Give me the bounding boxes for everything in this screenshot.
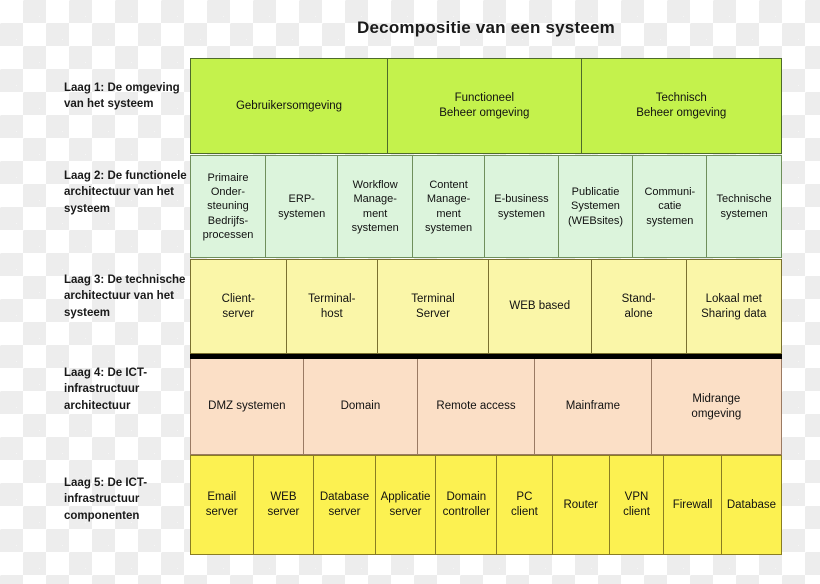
row-5-cell: Database server xyxy=(314,456,376,554)
row-2-cell: Workflow Manage- ment systemen xyxy=(338,156,413,257)
layer-row-2: Primaire Onder- steuning Bedrijfs- proce… xyxy=(190,155,782,258)
row-5-cell: Router xyxy=(552,456,610,554)
row-3-cell: Terminal- host xyxy=(286,260,379,353)
row-5-cell: Email server xyxy=(191,456,254,554)
row-5-cell: WEB server xyxy=(253,456,315,554)
row-4-cell: DMZ systemen xyxy=(191,359,304,454)
page-title: Decompositie van een systeem xyxy=(357,18,615,37)
row-5-cell: VPN client xyxy=(609,456,665,554)
row-4-cell: Remote access xyxy=(418,359,535,454)
row-2-cell: Technische systemen xyxy=(707,156,781,257)
row-5-cell: PC client xyxy=(497,456,553,554)
row-3-cell: Stand- alone xyxy=(591,260,687,353)
layer-label-laag2: Laag 2: De functionele architectuur van … xyxy=(64,170,187,215)
row-1-cell: Gebruikersomgeving xyxy=(191,59,389,153)
row-3-cell: Lokaal met Sharing data xyxy=(686,260,781,353)
layer-row-3: Client- server Terminal- host Terminal Ser… xyxy=(190,259,782,354)
layer-row-4: DMZ systemen Domain Remote access Mainframe… xyxy=(190,359,782,455)
row-5-cell: Firewall xyxy=(664,456,722,554)
layer-label-laag5: Laag 5: De ICT- infrastructuur component… xyxy=(64,477,148,522)
row-4-cell: Midrange omgeving xyxy=(651,359,781,454)
layer-label-laag4: Laag 4: De ICT- infrastructuur architect… xyxy=(64,367,148,412)
row-3-cell: WEB based xyxy=(488,260,592,353)
row-4-cell: Domain xyxy=(303,359,419,454)
layer-label-laag3: Laag 3: De technische architectuur van h… xyxy=(64,274,186,319)
row-1-cell: Functioneel Beheer omgeving xyxy=(388,59,582,153)
layer-row-1: Gebruikersomgeving Functioneel Beheer omg… xyxy=(190,58,782,154)
row-4-cell: Mainframe xyxy=(534,359,652,454)
row-2-cell: Communi- catie systemen xyxy=(633,156,708,257)
row-2-cell: Publicatie Systemen (WEBsites) xyxy=(558,156,634,257)
row-3-cell: Client- server xyxy=(191,260,287,353)
row-1-cell: Technisch Beheer omgeving xyxy=(581,59,781,153)
row-3-cell: Terminal Server xyxy=(378,260,489,353)
row-2-cell: Primaire Onder- steuning Bedrijfs- proce… xyxy=(191,156,266,257)
row-2-cell: E-business systemen xyxy=(485,156,559,257)
decomposition-diagram: Gebruikersomgeving Functioneel Beheer omg… xyxy=(190,58,782,556)
row-5-cell: Applicatie server xyxy=(375,456,437,554)
row-5-cell: Database xyxy=(721,456,781,554)
row-2-cell: ERP- systemen xyxy=(265,156,339,257)
row-2-cell: Content Manage- ment systemen xyxy=(412,156,486,257)
layer-row-5: Email server WEB server Database server App… xyxy=(190,455,782,555)
layer-label-laag1: Laag 1: De omgeving van het systeem xyxy=(64,82,180,111)
row-5-cell: Domain controller xyxy=(436,456,498,554)
